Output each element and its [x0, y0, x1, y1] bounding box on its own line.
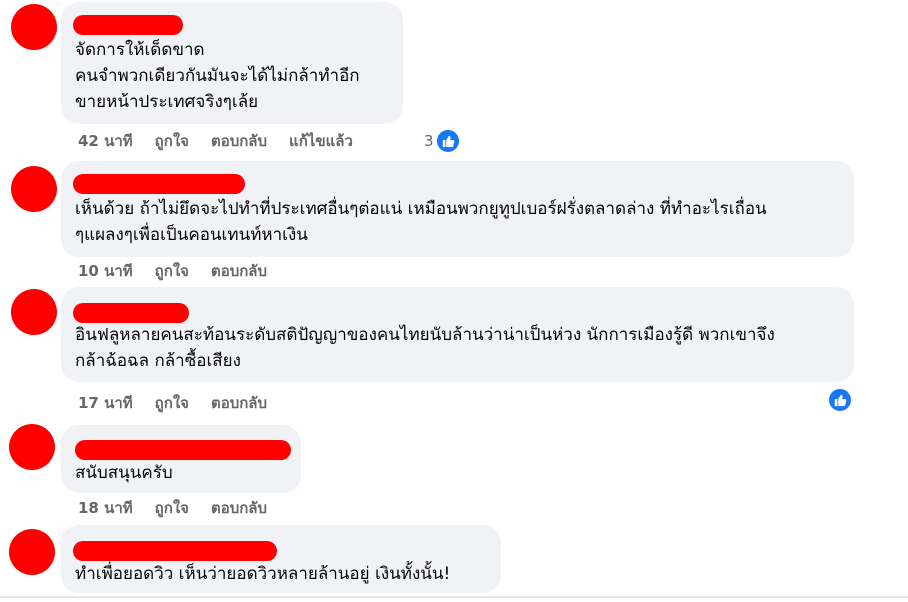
- reply-button[interactable]: ตอบกลับ: [211, 391, 267, 415]
- like-button[interactable]: ถูกใจ: [155, 496, 189, 520]
- comment-text-line: กล้าฉ้อฉล กล้าซื้อเสียง: [75, 351, 241, 371]
- redacted-author-name[interactable]: [73, 174, 245, 194]
- redacted-author-name[interactable]: [75, 440, 291, 460]
- comment-text-line: เห็นด้วย ถ้าไม่ยึดจะไปทำที่ประเทศอื่นๆต่…: [75, 199, 767, 219]
- reaction-summary[interactable]: 3: [424, 128, 461, 154]
- thumbs-up-icon: [827, 387, 853, 413]
- comment-text-line: อินฟลูหลายคนสะท้อนระดับสติปัญญาของคนไทยน…: [75, 325, 775, 345]
- comment-text-line: คนจำพวกเดียวกันมันจะได้ไม่กล้าทำอีก: [75, 66, 360, 86]
- like-button[interactable]: ถูกใจ: [155, 129, 189, 153]
- comment-bubble: สนับสนุนครับ: [61, 425, 301, 493]
- like-button[interactable]: ถูกใจ: [155, 259, 189, 283]
- comment-actions: 10 นาที ถูกใจ ตอบกลับ: [78, 260, 289, 282]
- comment-bubble: อินฟลูหลายคนสะท้อนระดับสติปัญญาของคนไทยน…: [61, 287, 854, 382]
- comment-actions: 42 นาที ถูกใจ ตอบกลับ แก้ไขแล้ว: [78, 130, 375, 152]
- comment-bubble: เห็นด้วย ถ้าไม่ยึดจะไปทำที่ประเทศอื่นๆต่…: [61, 161, 854, 257]
- comment-bubble: จัดการให้เด็ดขาด คนจำพวกเดียวกันมันจะได้…: [61, 2, 403, 124]
- comment-bubble: ทำเพื่อยอดวิว เห็นว่ายอดวิวหลายล้านอยู่ …: [61, 525, 501, 593]
- like-button[interactable]: ถูกใจ: [155, 391, 189, 415]
- redacted-author-name[interactable]: [73, 541, 277, 561]
- comment-actions: 17 นาที ถูกใจ ตอบกลับ: [78, 392, 289, 414]
- avatar[interactable]: [9, 424, 55, 470]
- comment-actions: 18 นาที ถูกใจ ตอบกลับ: [78, 497, 289, 519]
- comment-timestamp[interactable]: 18 นาที: [78, 496, 133, 520]
- thumbs-up-icon: [434, 128, 461, 154]
- reaction-summary[interactable]: [827, 387, 853, 413]
- redacted-author-name[interactable]: [73, 15, 183, 35]
- comment-text-line: ทำเพื่อยอดวิว เห็นว่ายอดวิวหลายล้านอยู่ …: [75, 564, 451, 584]
- comment-text-line: จัดการให้เด็ดขาด: [75, 40, 205, 60]
- avatar[interactable]: [11, 166, 57, 212]
- edited-label[interactable]: แก้ไขแล้ว: [289, 129, 353, 153]
- avatar[interactable]: [9, 529, 55, 575]
- comment-text-line: สนับสนุนครับ: [75, 463, 173, 483]
- reply-button[interactable]: ตอบกลับ: [211, 259, 267, 283]
- reply-button[interactable]: ตอบกลับ: [211, 496, 267, 520]
- comment-timestamp[interactable]: 42 นาที: [78, 129, 133, 153]
- divider: [0, 596, 908, 598]
- avatar[interactable]: [11, 4, 57, 50]
- comment-timestamp[interactable]: 17 นาที: [78, 391, 133, 415]
- comment-timestamp[interactable]: 10 นาที: [78, 259, 133, 283]
- comment-text-line: ๆแผลงๆเพื่อเป็นคอนเทนท์หาเงิน: [75, 225, 308, 245]
- avatar[interactable]: [11, 289, 57, 335]
- comment-text-line: ขายหน้าประเทศจริงๆเล้ย: [75, 92, 259, 112]
- reaction-count: 3: [424, 132, 434, 150]
- redacted-author-name[interactable]: [73, 303, 189, 323]
- reply-button[interactable]: ตอบกลับ: [211, 129, 267, 153]
